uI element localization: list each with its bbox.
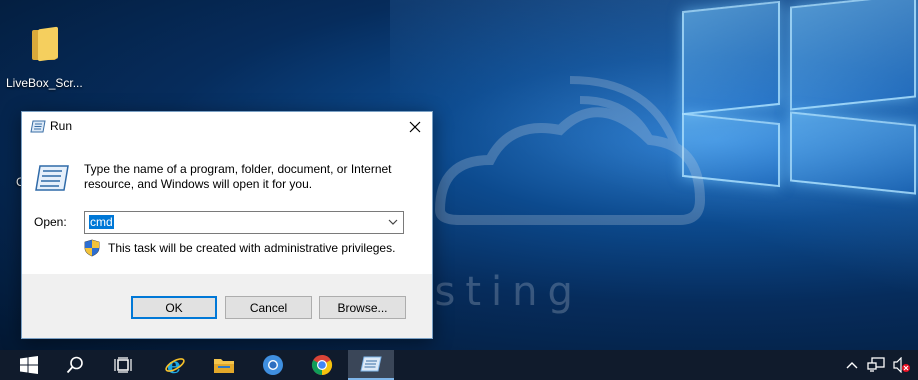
network-icon <box>867 357 885 372</box>
close-button[interactable] <box>404 116 426 138</box>
start-button[interactable] <box>6 350 52 380</box>
wallpaper-window-pane <box>790 111 916 195</box>
watermark-logo: osting <box>400 76 706 315</box>
wallpaper-window-pane <box>790 0 916 111</box>
chrome-icon <box>311 354 333 376</box>
open-label: Open: <box>34 215 67 229</box>
search-icon <box>66 356 83 374</box>
admin-privileges-note: This task will be created with administr… <box>108 241 396 255</box>
dialog-content: Type the name of a program, folder, docu… <box>22 142 432 274</box>
windows-logo-icon <box>20 356 38 374</box>
desktop-icon-label: LiveBox_Scr... <box>6 76 83 90</box>
taskbar-file-explorer[interactable] <box>201 350 247 380</box>
uac-shield-icon <box>84 239 100 260</box>
chevron-down-icon <box>388 219 398 225</box>
volume-muted-icon <box>893 357 910 373</box>
open-combobox[interactable]: cmd <box>84 211 404 234</box>
run-icon <box>30 120 46 136</box>
chrome-icon <box>263 355 283 375</box>
run-program-icon <box>34 164 70 195</box>
ok-button[interactable]: OK <box>131 296 217 319</box>
folder-icon <box>30 26 58 62</box>
browse-button[interactable]: Browse... <box>319 296 406 319</box>
chevron-up-icon <box>846 362 858 369</box>
volume-button[interactable] <box>890 350 914 380</box>
dropdown-button[interactable] <box>385 214 401 230</box>
run-icon <box>360 356 382 372</box>
taskbar-chrome-blue[interactable] <box>250 350 296 380</box>
taskbar-run[interactable] <box>348 350 394 380</box>
network-button[interactable] <box>864 350 888 380</box>
close-icon <box>409 121 421 133</box>
taskbar: e <box>0 350 918 380</box>
internet-explorer-icon: e <box>165 354 185 376</box>
taskbar-internet-explorer[interactable]: e <box>152 350 198 380</box>
open-input-value[interactable]: cmd <box>89 215 114 229</box>
taskbar-chrome[interactable] <box>299 350 345 380</box>
run-dialog: Run Type the name of a program, folder, … <box>21 111 433 339</box>
cancel-button[interactable]: Cancel <box>225 296 312 319</box>
task-view-icon <box>114 357 132 373</box>
task-view-button[interactable] <box>101 350 147 380</box>
dialog-footer: OK Cancel Browse... <box>22 274 432 338</box>
desktop-icon-livebox[interactable]: LiveBox_Scr... <box>6 26 83 90</box>
dialog-description: Type the name of a program, folder, docu… <box>84 162 392 191</box>
search-button[interactable] <box>52 350 98 380</box>
run-titlebar[interactable]: Run <box>22 112 432 142</box>
folder-icon <box>214 359 234 373</box>
show-hidden-icons-button[interactable] <box>842 350 862 380</box>
dialog-title: Run <box>50 119 73 133</box>
